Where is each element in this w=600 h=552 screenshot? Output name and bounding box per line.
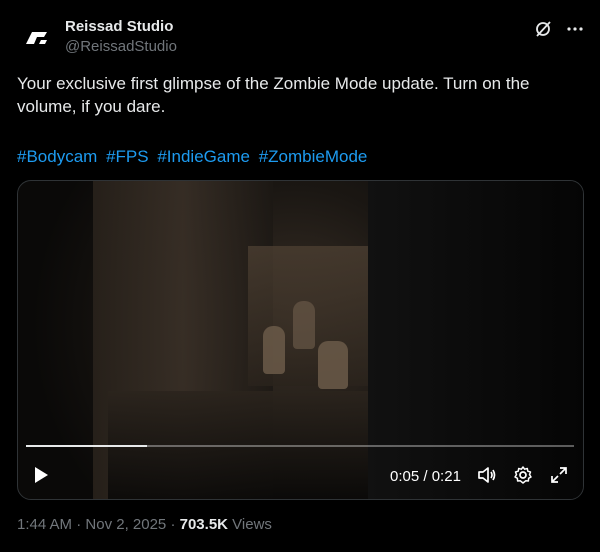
- time-separator: /: [423, 468, 428, 485]
- author-name[interactable]: Reissad Studio: [65, 18, 173, 35]
- meta-separator: ·: [76, 516, 82, 533]
- author-avatar[interactable]: [16, 18, 56, 58]
- video-controls: 0:05 / 0:21: [18, 463, 583, 489]
- grok-button[interactable]: [532, 18, 554, 40]
- video-figure: [318, 341, 348, 389]
- hashtag-link[interactable]: #Bodycam: [17, 147, 97, 166]
- hashtag-link[interactable]: #FPS: [106, 147, 149, 166]
- play-icon: [35, 467, 48, 483]
- current-time: 0:05: [390, 468, 420, 485]
- video-time: 0:05 / 0:21: [390, 468, 461, 485]
- video-progress-bar[interactable]: [26, 445, 574, 447]
- more-button[interactable]: [564, 18, 586, 40]
- views-count: 703.5K: [179, 516, 228, 533]
- tweet-text: Your exclusive first glimpse of the Zomb…: [17, 74, 530, 116]
- hashtag-link[interactable]: #IndieGame: [157, 147, 250, 166]
- hashtag-link[interactable]: #ZombieMode: [259, 147, 368, 166]
- post-date[interactable]: Nov 2, 2025: [85, 516, 166, 533]
- logo-icon: [26, 32, 47, 44]
- gear-icon: [514, 466, 532, 484]
- volume-button[interactable]: [477, 465, 497, 490]
- views-label: Views: [232, 516, 272, 533]
- video-frame-shadow: [368, 181, 583, 499]
- expand-icon: [551, 467, 567, 483]
- video-figure: [293, 301, 315, 349]
- video-figure: [263, 326, 285, 374]
- volume-icon: [478, 467, 496, 483]
- control-icons: [477, 465, 569, 490]
- grok-icon: [536, 21, 551, 37]
- video-progress-fill: [26, 445, 147, 447]
- tweet-card: Reissad Studio @ReissadStudio Your exclu…: [0, 0, 600, 552]
- tweet-header: Reissad Studio @ReissadStudio: [16, 14, 586, 62]
- more-icon: [567, 27, 583, 31]
- meta-separator: ·: [170, 516, 176, 533]
- top-actions: [532, 18, 586, 40]
- settings-button[interactable]: [513, 465, 533, 490]
- fullscreen-button[interactable]: [549, 465, 569, 490]
- post-time[interactable]: 1:44 AM: [17, 516, 72, 533]
- hashtags: #Bodycam #FPS #IndieGame #ZombieMode: [17, 145, 371, 168]
- play-button[interactable]: [32, 466, 50, 489]
- author-handle[interactable]: @ReissadStudio: [65, 38, 177, 55]
- tweet-meta: 1:44 AM · Nov 2, 2025 · 703.5K Views: [17, 516, 272, 533]
- video-player[interactable]: 0:05 / 0:21: [17, 180, 584, 500]
- duration: 0:21: [431, 468, 461, 485]
